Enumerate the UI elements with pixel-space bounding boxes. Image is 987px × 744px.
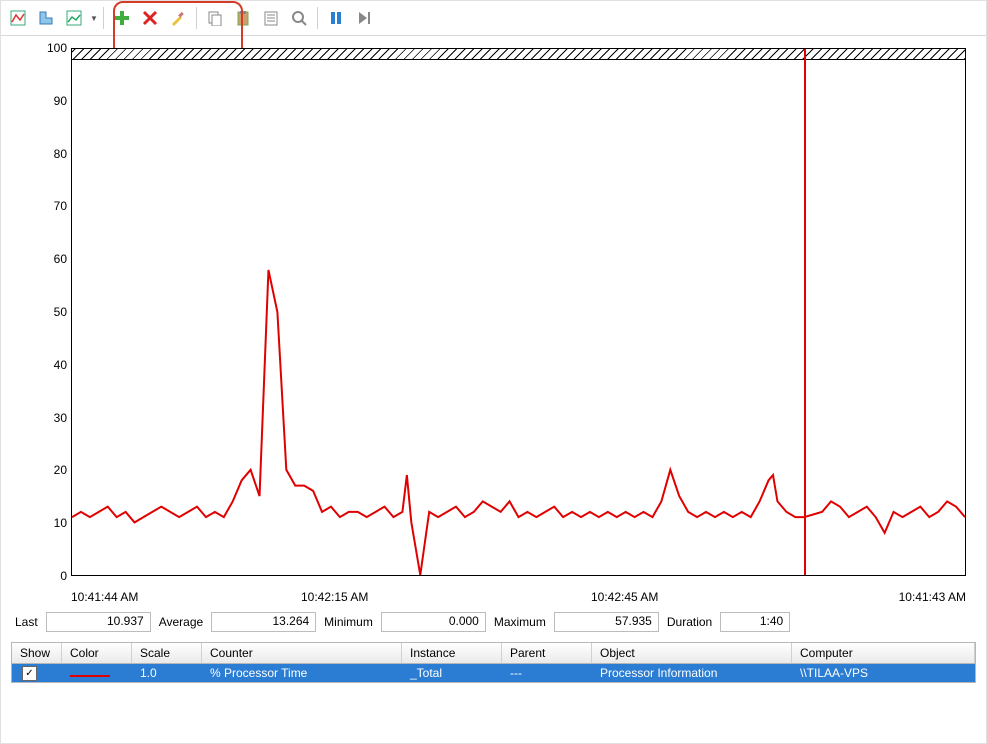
copy-button[interactable] (202, 5, 228, 31)
th-instance[interactable]: Instance (402, 643, 502, 663)
td-scale: 1.0 (132, 666, 202, 680)
td-computer: \\TILAA-VPS (792, 666, 975, 680)
y-tick: 60 (11, 252, 67, 266)
dur-value: 1:40 (720, 612, 790, 632)
y-tick: 10 (11, 516, 67, 530)
x-tick-2: 10:42:45 AM (591, 590, 658, 604)
x-tick-1: 10:42:15 AM (301, 590, 368, 604)
paste-button[interactable] (230, 5, 256, 31)
chart-line-svg (72, 49, 965, 575)
toolbar: ▼ (1, 1, 986, 36)
properties-button[interactable] (258, 5, 284, 31)
min-label: Minimum (324, 615, 373, 629)
td-parent: --- (502, 666, 592, 680)
add-button[interactable] (109, 5, 135, 31)
time-cursor[interactable] (804, 49, 806, 575)
content-area: 0 10 20 30 40 50 60 70 80 90 100 10:41:44 AM 10:42… (1, 36, 986, 693)
view-line-button[interactable] (5, 5, 31, 31)
separator (317, 7, 318, 29)
th-computer[interactable]: Computer (792, 643, 975, 663)
table-row[interactable]: ✓ 1.0 % Processor Time _Total --- Proces… (12, 664, 975, 682)
delete-button[interactable] (137, 5, 163, 31)
max-label: Maximum (494, 615, 546, 629)
th-color[interactable]: Color (62, 643, 132, 663)
stats-row: Last 10.937 Average 13.264 Minimum 0.000… (11, 612, 976, 632)
y-tick: 40 (11, 358, 67, 372)
y-tick: 70 (11, 199, 67, 213)
x-tick-0: 10:41:44 AM (71, 590, 138, 604)
th-object[interactable]: Object (592, 643, 792, 663)
y-tick: 80 (11, 147, 67, 161)
table-header[interactable]: Show Color Scale Counter Instance Parent… (12, 643, 975, 664)
th-parent[interactable]: Parent (502, 643, 592, 663)
highlight-button[interactable] (165, 5, 191, 31)
x-tick-3: 10:41:43 AM (899, 590, 966, 604)
perfmon-window: ▼ Add (Ctrl+N) 0102030405060708090100 (0, 0, 987, 744)
y-tick: 20 (11, 463, 67, 477)
y-tick: 100 (11, 41, 67, 55)
view-histogram-button[interactable] (33, 5, 59, 31)
chart-area: 0 10 20 30 40 50 60 70 80 90 100 10:41:44 AM 10:42… (11, 44, 976, 604)
view-report-button[interactable] (61, 5, 87, 31)
avg-label: Average (159, 615, 203, 629)
th-counter[interactable]: Counter (202, 643, 402, 663)
view-dropdown-icon[interactable]: ▼ (90, 14, 98, 23)
color-swatch (70, 675, 110, 677)
y-tick: 30 (11, 411, 67, 425)
max-value: 57.935 (554, 612, 659, 632)
separator (103, 7, 104, 29)
td-object: Processor Information (592, 666, 792, 680)
td-instance: _Total (402, 666, 502, 680)
y-tick: 0 (11, 569, 67, 583)
zoom-button[interactable] (286, 5, 312, 31)
plot-box[interactable] (71, 48, 966, 576)
td-counter: % Processor Time (202, 666, 402, 680)
y-tick: 90 (11, 94, 67, 108)
avg-value: 13.264 (211, 612, 316, 632)
show-checkbox[interactable]: ✓ (22, 666, 37, 681)
freeze-button[interactable] (323, 5, 349, 31)
last-value: 10.937 (46, 612, 151, 632)
min-value: 0.000 (381, 612, 486, 632)
dur-label: Duration (667, 615, 712, 629)
update-button[interactable] (351, 5, 377, 31)
td-color (62, 666, 132, 680)
td-show[interactable]: ✓ (12, 665, 62, 681)
counter-table: Show Color Scale Counter Instance Parent… (11, 642, 976, 683)
th-show[interactable]: Show (12, 643, 62, 663)
last-label: Last (15, 615, 38, 629)
th-scale[interactable]: Scale (132, 643, 202, 663)
separator (196, 7, 197, 29)
y-tick: 50 (11, 305, 67, 319)
